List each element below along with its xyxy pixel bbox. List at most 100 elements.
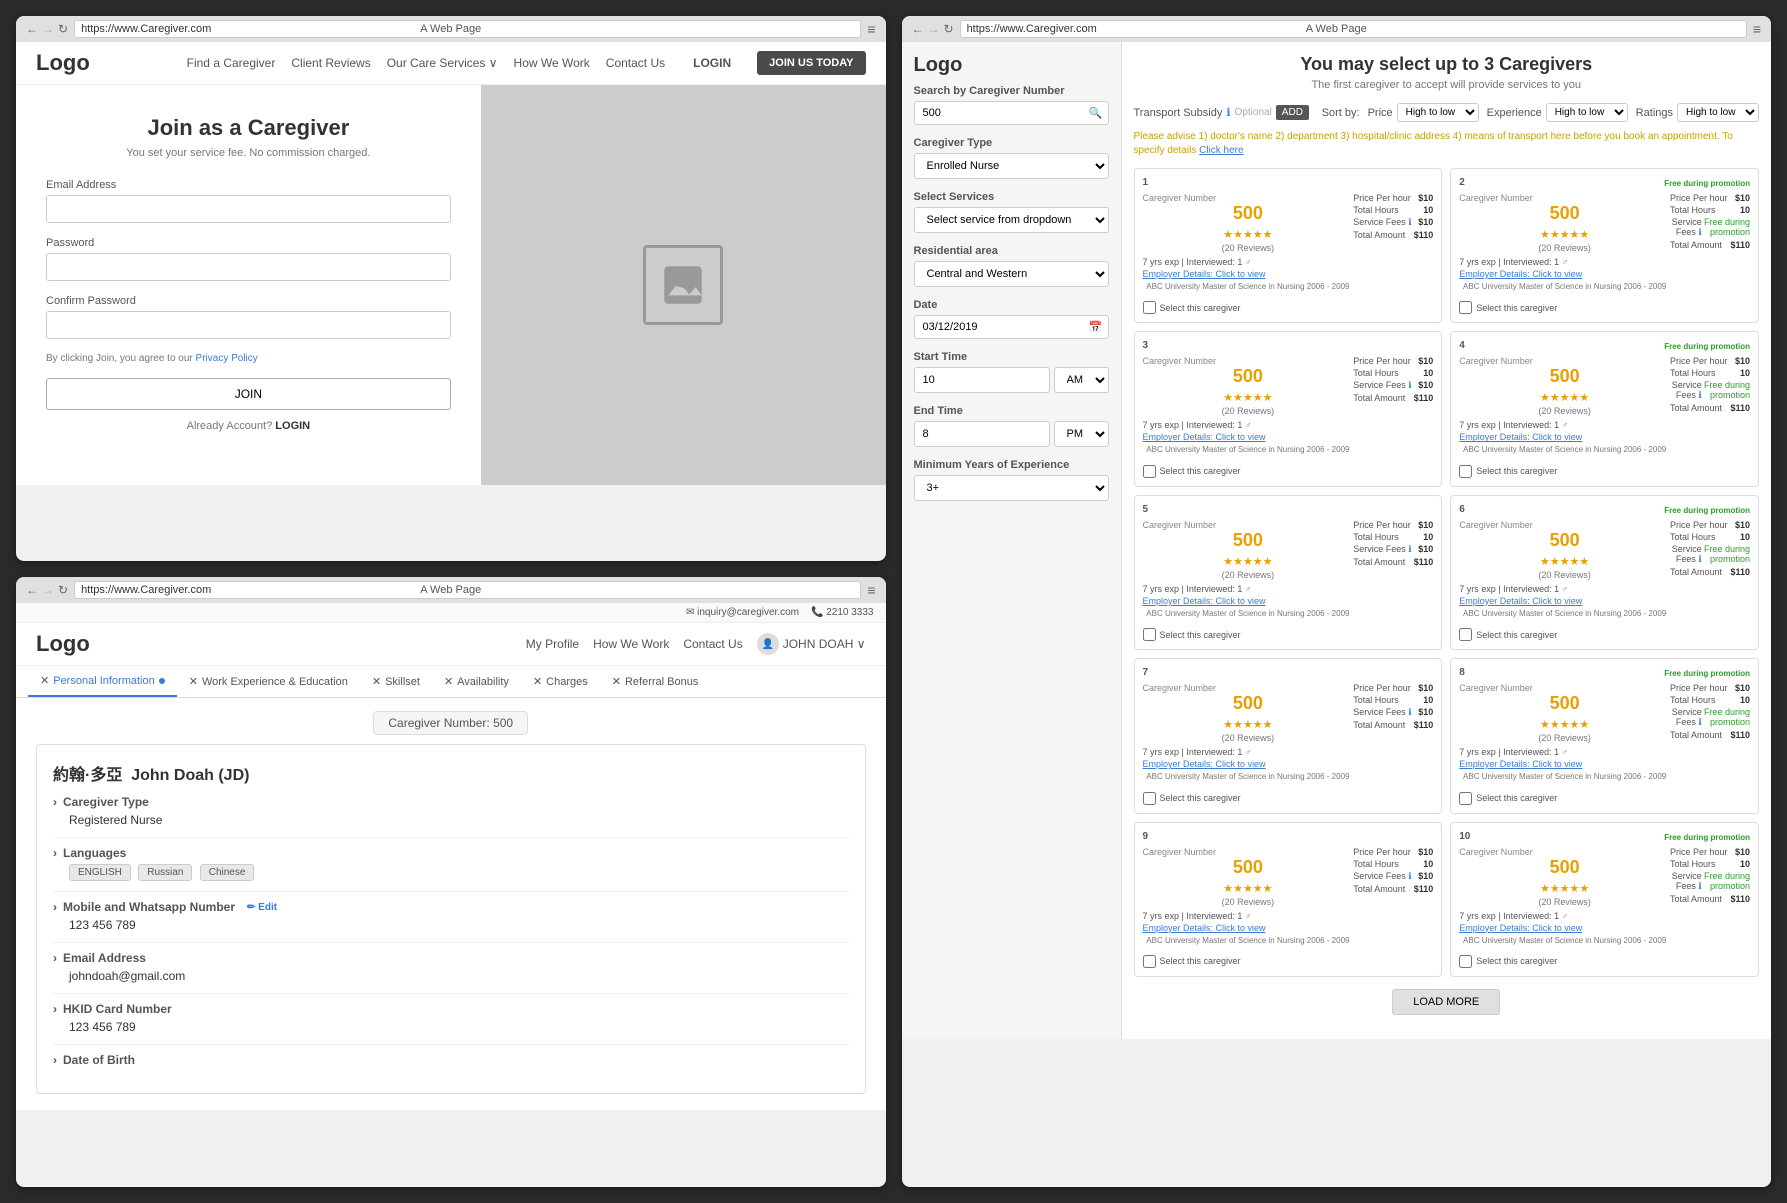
card-exp-7: 7 yrs exp | Interviewed: 1 ♂ (1143, 747, 1354, 757)
nav-how-we-work[interactable]: How We Work (514, 56, 590, 70)
card-layout-5: Caregiver Number 500 ★★★★★ (20 Reviews) … (1143, 520, 1434, 622)
card-reviews-7: (20 Reviews) (1143, 733, 1354, 743)
menu-icon-search[interactable]: ≡ (1753, 21, 1761, 37)
login-link[interactable]: LOGIN (275, 420, 310, 432)
tab-work-experience[interactable]: ✕ Work Experience & Education (177, 667, 360, 696)
confirm-input[interactable] (46, 311, 451, 339)
menu-icon-profile[interactable]: ≡ (867, 582, 875, 598)
privacy-policy-link[interactable]: Privacy Policy (196, 353, 258, 364)
card-checkbox-7[interactable] (1143, 792, 1156, 805)
nav-client-reviews[interactable]: Client Reviews (291, 56, 370, 70)
card-checkbox-9[interactable] (1143, 955, 1156, 968)
email-input[interactable] (46, 195, 451, 223)
residential-select[interactable]: Central and Western (914, 261, 1109, 287)
card-right-6: Price Per hour $10 Total Hours 10 Servic… (1670, 520, 1750, 622)
profile-name: 約翰·多亞 John Doah (JD) (53, 761, 849, 785)
services-select[interactable]: Select service from dropdown (914, 207, 1109, 233)
caregiver-type-select[interactable]: Enrolled Nurse Registered Nurse (914, 153, 1109, 179)
card-checkbox-5[interactable] (1143, 628, 1156, 641)
image-icon (643, 245, 723, 325)
profile-mobile-section: › Mobile and Whatsapp Number ✏ Edit 123 … (53, 900, 849, 932)
card-education-3: ABC University Master of Science in Nurs… (1143, 445, 1354, 455)
card-checkbox-1[interactable] (1143, 301, 1156, 314)
select-services-label: Select Services (914, 191, 1109, 203)
card-checkbox-3[interactable] (1143, 465, 1156, 478)
email-icon: ✉ (686, 607, 694, 618)
password-label: Password (46, 237, 451, 249)
user-name: JOHN DOAH ∨ (783, 637, 866, 651)
browser-title-profile: A Web Page (420, 584, 481, 596)
card-right-2: Price Per hour $10 Total Hours 10 Servic… (1670, 193, 1750, 295)
card-left-5: Caregiver Number 500 ★★★★★ (20 Reviews) … (1143, 520, 1354, 622)
card-checkbox-10[interactable] (1459, 955, 1472, 968)
caregiver-card-8: 8 Free during promotion Caregiver Number… (1450, 658, 1759, 813)
join-submit-button[interactable]: JOIN (46, 378, 451, 410)
card-checkbox-2[interactable] (1459, 301, 1472, 314)
nav-login-btn[interactable]: LOGIN (693, 56, 731, 70)
start-time-field: Start Time AM PM (914, 351, 1109, 393)
refresh-btn-search[interactable]: ↻ (944, 22, 954, 36)
end-time-input[interactable] (914, 421, 1050, 447)
click-here-link[interactable]: Click here (1199, 145, 1243, 156)
search-heading: You may select up to 3 Caregivers (1134, 54, 1760, 75)
profile-nav-contact-us[interactable]: Contact Us (683, 637, 742, 651)
refresh-btn-profile[interactable]: ↻ (58, 583, 68, 597)
card-left-9: Caregiver Number 500 ★★★★★ (20 Reviews) … (1143, 847, 1354, 949)
card-right-7: Price Per hour $10 Total Hours 10 Servic… (1353, 683, 1433, 785)
profile-languages-section: › Languages ENGLISH Russian Chinese (53, 846, 849, 881)
nav-contact-us[interactable]: Contact Us (606, 56, 665, 70)
nav-join-btn[interactable]: JOIN US TODAY (757, 51, 865, 75)
min-exp-select[interactable]: 3+ 1+ 5+ (914, 475, 1109, 501)
email-field-group: Email Address (46, 179, 451, 223)
card-right-10: Price Per hour $10 Total Hours 10 Servic… (1670, 847, 1750, 949)
ratings-sort-select[interactable]: High to low Low to high (1677, 103, 1759, 122)
forward-arrow-profile[interactable]: → (42, 583, 54, 597)
caregiver-number-wrapper: 🔍 (914, 101, 1109, 125)
add-transport-btn[interactable]: ADD (1276, 105, 1309, 120)
forward-arrow-search[interactable]: → (928, 22, 940, 36)
top-bar-contact: ✉ inquiry@caregiver.com 📞 2210 3333 (686, 607, 874, 618)
profile-body: Caregiver Number: 500 約翰·多亞 John Doah (J… (16, 698, 886, 1110)
card-checkbox-8[interactable] (1459, 792, 1472, 805)
sort-bar: Transport Subsidy ℹ Optional ADD Sort by… (1134, 103, 1760, 122)
forward-arrow[interactable]: → (42, 22, 54, 36)
refresh-btn[interactable]: ↻ (58, 22, 68, 36)
card-number-7: 500 (1143, 693, 1354, 714)
load-more-button[interactable]: LOAD MORE (1392, 989, 1500, 1015)
date-input[interactable] (914, 315, 1109, 339)
date-label: Date (914, 299, 1109, 311)
card-education-10: ABC University Master of Science in Nurs… (1459, 936, 1670, 946)
search-subheading: The first caregiver to accept will provi… (1134, 79, 1760, 91)
back-arrow-search[interactable]: ← (912, 22, 924, 36)
nav-find-caregiver[interactable]: Find a Caregiver (187, 56, 276, 70)
profile-nav-how-we-work[interactable]: How We Work (593, 637, 669, 651)
caregiver-number-input[interactable] (914, 101, 1109, 125)
tab-skillset[interactable]: ✕ Skillset (360, 667, 432, 696)
password-input[interactable] (46, 253, 451, 281)
tab-charges[interactable]: ✕ Charges (521, 667, 600, 696)
tab-availability[interactable]: ✕ Availability (432, 667, 521, 696)
card-checkbox-6[interactable] (1459, 628, 1472, 641)
card-stars-7: ★★★★★ (1143, 718, 1354, 731)
back-arrow-profile[interactable]: ← (26, 583, 38, 597)
tab-check-charges: ✕ (533, 675, 542, 688)
back-arrow[interactable]: ← (26, 22, 38, 36)
start-ampm-select[interactable]: AM PM (1054, 367, 1109, 393)
start-time-input[interactable] (914, 367, 1050, 393)
profile-user-menu[interactable]: 👤 JOHN DOAH ∨ (757, 633, 866, 655)
end-ampm-select[interactable]: AM PM (1054, 421, 1109, 447)
menu-icon-join[interactable]: ≡ (867, 21, 875, 37)
tab-referral-bonus[interactable]: ✕ Referral Bonus (600, 667, 711, 696)
transport-info-icon[interactable]: ℹ (1226, 106, 1230, 119)
price-sort-select[interactable]: High to low Low to high (1397, 103, 1479, 122)
caregiver-card-2: 2 Free during promotion Caregiver Number… (1450, 168, 1759, 323)
tab-personal-information[interactable]: ✕ Personal Information (28, 666, 177, 697)
experience-sort-select[interactable]: High to low Low to high (1546, 103, 1628, 122)
card-checkbox-4[interactable] (1459, 465, 1472, 478)
mobile-edit-link[interactable]: ✏ Edit (247, 902, 277, 913)
card-exp-10: 7 yrs exp | Interviewed: 1 ♂ (1459, 911, 1670, 921)
calendar-icon: 📅 (1089, 321, 1103, 334)
nav-our-care-services[interactable]: Our Care Services ∨ (387, 56, 498, 70)
min-exp-label: Minimum Years of Experience (914, 459, 1109, 471)
profile-nav-my-profile[interactable]: My Profile (526, 637, 579, 651)
